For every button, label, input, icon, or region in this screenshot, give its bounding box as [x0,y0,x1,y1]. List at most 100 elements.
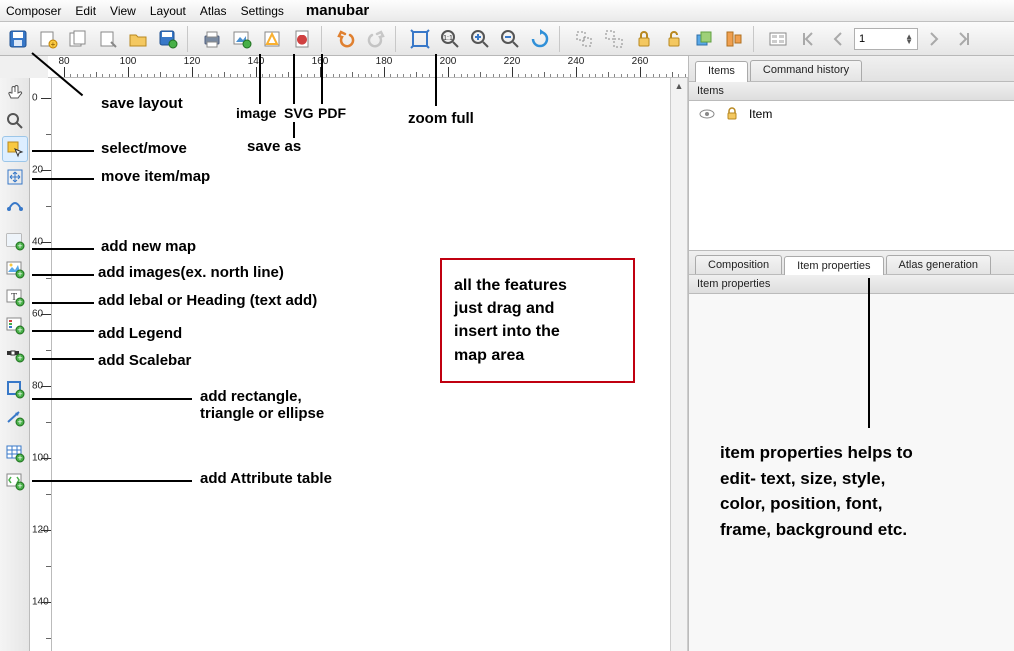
anno-line [32,330,94,332]
duplicate-composer-button[interactable] [64,25,92,53]
select-move-tool[interactable] [2,136,28,162]
top-tabrow: Items Command history [689,56,1014,82]
anno-line [32,150,94,152]
items-panel-header: Items [689,82,1014,101]
anno-move-item: move item/map [101,168,210,185]
svg-text:1:1: 1:1 [443,35,453,42]
composer-manager-button[interactable] [94,25,122,53]
group-button[interactable] [570,25,598,53]
anno-line [32,178,94,180]
add-scalebar-tool[interactable]: + [2,340,28,366]
anno-add-scalebar: add Scalebar [98,352,191,369]
menu-view[interactable]: View [110,4,136,18]
export-svg-button[interactable] [258,25,286,53]
anno-add-label: add lebal or Heading (text add) [98,292,317,309]
svg-text:+: + [17,325,22,335]
align-button[interactable] [720,25,748,53]
anno-add-legend: add Legend [98,325,182,342]
undo-button[interactable] [332,25,360,53]
anno-save-layout: save layout [101,95,183,112]
tab-composition[interactable]: Composition [695,255,782,274]
move-item-tool[interactable] [2,164,28,190]
anno-line [32,480,192,482]
menu-atlas[interactable]: Atlas [200,4,227,18]
anno-line [32,398,192,400]
anno-add-shape: add rectangle, triangle or ellipse [200,388,324,422]
svg-text:+: + [17,269,22,279]
anno-add-images: add images(ex. north line) [98,264,284,281]
menu-layout[interactable]: Layout [150,4,186,18]
top-toolbar: + 1:1 1▲▼ [0,22,1014,56]
tab-item-properties[interactable]: Item properties [784,256,883,275]
svg-text:+: + [17,353,22,363]
right-panel: Items Command history Items Item Composi… [688,56,1014,651]
svg-text:+: + [17,481,22,491]
tab-atlas-generation[interactable]: Atlas generation [886,255,992,274]
tab-items[interactable]: Items [695,61,748,82]
anno-zoom-full: zoom full [408,110,474,127]
zoom-in-button[interactable] [466,25,494,53]
open-button[interactable] [124,25,152,53]
menu-composer[interactable]: Composer [6,4,61,18]
atlas-page-spinbox[interactable]: 1▲▼ [854,28,918,50]
anno-svg: SVG [284,105,314,121]
anno-save-as: save as [247,138,301,155]
zoom-full-button[interactable] [406,25,434,53]
unlock-button[interactable] [660,25,688,53]
anno-line [32,358,94,360]
atlas-last-button[interactable] [950,25,978,53]
tab-command-history[interactable]: Command history [750,60,862,81]
ungroup-button[interactable] [600,25,628,53]
menu-edit[interactable]: Edit [75,4,96,18]
anno-add-map: add new map [101,238,196,255]
vertical-scrollbar[interactable]: ▲ [670,78,688,651]
add-image-tool[interactable]: + [2,256,28,282]
zoom-actual-button[interactable]: 1:1 [436,25,464,53]
anno-image: image [236,105,276,121]
menubar: Composer Edit View Layout Atlas Settings… [0,0,1014,22]
atlas-preview-button[interactable] [764,25,792,53]
anno-line [259,54,261,104]
add-legend-tool[interactable]: + [2,312,28,338]
add-attribute-table-tool[interactable]: + [2,440,28,466]
add-shape-tool[interactable]: + [2,376,28,402]
anno-line [293,122,295,138]
save-layout-button[interactable] [4,25,32,53]
anno-line [32,302,94,304]
export-pdf-button[interactable] [288,25,316,53]
visibility-icon[interactable] [699,108,715,120]
lock-icon[interactable] [725,107,739,121]
atlas-prev-button[interactable] [824,25,852,53]
export-image-button[interactable] [228,25,256,53]
add-map-tool[interactable]: + [2,228,28,254]
pan-tool[interactable] [2,80,28,106]
ruler-vertical: 020406080100120140 [30,78,52,651]
atlas-first-button[interactable] [794,25,822,53]
add-label-tool[interactable]: T+ [2,284,28,310]
new-composer-button[interactable]: + [34,25,62,53]
bottom-tabrow: Composition Item properties Atlas genera… [689,251,1014,275]
save-template-button[interactable] [154,25,182,53]
svg-text:+: + [17,453,22,463]
redo-button[interactable] [362,25,390,53]
add-arrow-tool[interactable]: + [2,404,28,430]
add-html-tool[interactable]: + [2,468,28,494]
lock-button[interactable] [630,25,658,53]
raise-button[interactable] [690,25,718,53]
anno-pdf: PDF [318,105,346,121]
anno-line [32,248,94,250]
annotation-menubar: manubar [306,2,369,19]
anno-line [868,278,870,428]
refresh-button[interactable] [526,25,554,53]
items-list: Item [689,101,1014,251]
zoom-out-button[interactable] [496,25,524,53]
zoom-tool[interactable] [2,108,28,134]
atlas-next-button[interactable] [920,25,948,53]
anno-add-attr: add Attribute table [200,470,332,487]
edit-nodes-tool[interactable] [2,192,28,218]
menu-settings[interactable]: Settings [241,4,284,18]
item-row[interactable]: Item [693,105,1010,123]
svg-text:+: + [17,241,22,251]
print-button[interactable] [198,25,226,53]
anno-item-props-desc: item properties helps to edit- text, siz… [720,440,913,542]
